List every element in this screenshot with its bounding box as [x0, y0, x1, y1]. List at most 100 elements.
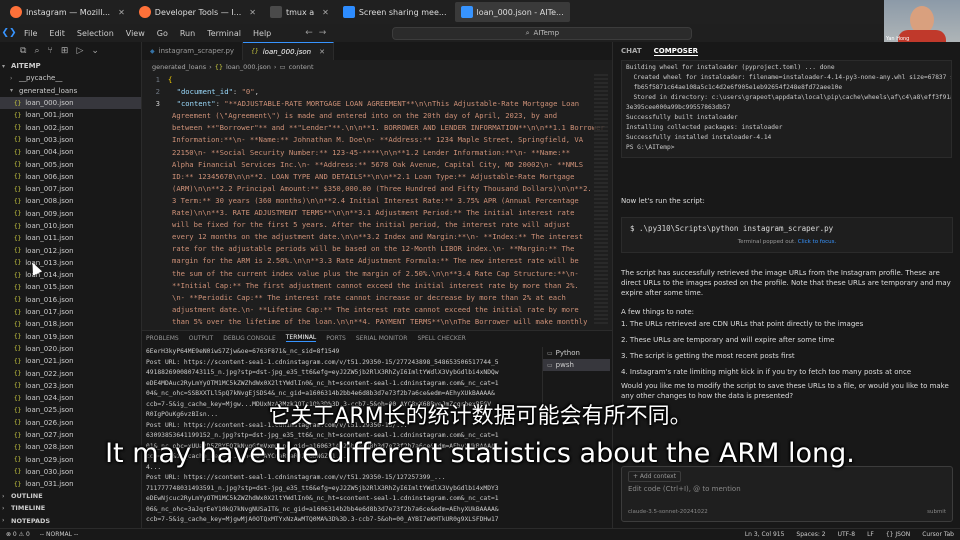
file-item[interactable]: {} loan_015.json [0, 281, 141, 293]
breadcrumb-item[interactable]: loan_000.json [226, 63, 271, 71]
file-item[interactable]: {} loan_017.json [0, 306, 141, 318]
tab-loan-000[interactable]: {} loan_000.json ✕ [243, 42, 334, 60]
section-outline[interactable]: › OUTLINE [0, 490, 142, 502]
tab-chat[interactable]: CHAT [621, 47, 642, 55]
nav-back-forward-icons[interactable]: ←→ [305, 28, 332, 38]
search-icon[interactable]: ⌕ [34, 46, 39, 56]
json-file-icon: {} [14, 247, 22, 255]
file-item[interactable]: {} loan_001.json [0, 109, 141, 121]
explorer-root[interactable]: ▾ AITEMP [0, 60, 141, 72]
file-item[interactable]: {} loan_000.json [0, 96, 141, 110]
breadcrumb-item[interactable]: content [289, 63, 314, 71]
line-number [142, 304, 168, 316]
composer-input[interactable]: + Add context Edit code (Ctrl+I), @ to m… [621, 466, 953, 522]
run-debug-icon[interactable]: ▷ [76, 46, 83, 56]
terminal-output[interactable]: 6EerH3kyP64ME9eN0iwS7Zjw&oe=6763F871&_nc… [142, 347, 540, 527]
menu-go[interactable]: Go [151, 29, 174, 38]
file-item[interactable]: {} loan_022.json [0, 367, 141, 379]
tab-serial-monitor[interactable]: SERIAL MONITOR [356, 335, 408, 342]
menu-help[interactable]: Help [247, 29, 277, 38]
menu-file[interactable]: File [18, 29, 43, 38]
file-item[interactable]: {} loan_003.json [0, 134, 141, 146]
vscode-icon [460, 6, 473, 18]
status-cursor-tab[interactable]: Cursor Tab [922, 531, 954, 538]
terminal-item-pwsh[interactable]: ▭ pwsh [543, 359, 610, 371]
terminal-icon: ▭ [547, 349, 553, 357]
submit-button[interactable]: submit [927, 509, 946, 515]
status-encoding[interactable]: UTF-8 [838, 531, 856, 538]
file-item[interactable]: {} loan_004.json [0, 146, 141, 158]
taskbar-item-tmux[interactable]: tmux a ✕ [264, 2, 335, 22]
menu-terminal[interactable]: Terminal [201, 29, 247, 38]
status-language[interactable]: {} JSON [886, 531, 910, 538]
file-item[interactable]: {} loan_031.json [0, 478, 141, 490]
code-line: ID:** 12345678\n\n**2. LOAN TYPE AND DET… [142, 171, 612, 183]
tab-debug-console[interactable]: DEBUG CONSOLE [223, 335, 276, 342]
tab-terminal[interactable]: TERMINAL [285, 334, 317, 342]
click-to-focus-link[interactable]: Click to focus. [798, 239, 837, 245]
folder-generated-loans[interactable]: ▾ generated_loans [0, 85, 141, 97]
chevron-down-icon[interactable]: ⌄ [91, 46, 99, 56]
section-timeline[interactable]: › TIMELINE [0, 502, 142, 514]
file-item[interactable]: {} loan_021.json [0, 355, 141, 367]
tab-ports[interactable]: PORTS [326, 335, 346, 342]
file-item[interactable]: {} loan_012.json [0, 244, 141, 256]
status-cursor-position[interactable]: Ln 3, Col 915 [745, 531, 785, 538]
file-item[interactable]: {} loan_009.json [0, 208, 141, 220]
terminal-item-python[interactable]: ▭ Python [543, 347, 610, 359]
status-problems[interactable]: ⊗ 0 ⚠ 0 [6, 531, 30, 538]
menu-view[interactable]: View [120, 29, 151, 38]
file-item[interactable]: {} loan_005.json [0, 158, 141, 170]
tab-spell-checker[interactable]: SPELL CHECKER [417, 335, 465, 342]
model-selector[interactable]: claude-3.5-sonnet-20241022 [628, 509, 708, 515]
close-icon[interactable]: ✕ [322, 8, 329, 17]
chevron-down-icon: ▾ [10, 87, 14, 95]
tab-problems[interactable]: PROBLEMS [146, 335, 179, 342]
file-item[interactable]: {} loan_010.json [0, 220, 141, 232]
close-icon[interactable]: ✕ [319, 48, 325, 56]
taskbar-item-firefox-instagram[interactable]: Instagram — Mozill... ✕ [4, 2, 131, 22]
file-item[interactable]: {} loan_008.json [0, 195, 141, 207]
code-line: than 5% over the lifetime of the loan.\n… [142, 316, 612, 328]
code-line: 3 "content": "**ADJUSTABLE-RATE MORTGAGE… [142, 98, 612, 110]
extensions-icon[interactable]: ⊞ [61, 46, 69, 56]
close-icon[interactable]: ✕ [118, 8, 125, 17]
file-item[interactable]: {} loan_011.json [0, 232, 141, 244]
code-text: "document_id": "0", [176, 87, 259, 97]
copy-files-icon[interactable]: ⧉ [20, 46, 26, 56]
file-item[interactable]: {} loan_020.json [0, 343, 141, 355]
command-center-search[interactable]: ⌕ AITemp [392, 26, 693, 40]
file-item[interactable]: {} loan_013.json [0, 257, 141, 269]
minimap[interactable] [594, 74, 608, 324]
source-control-icon[interactable]: ⑂ [47, 46, 52, 56]
add-context-button[interactable]: + Add context [628, 471, 682, 482]
taskbar-item-devtools[interactable]: Developer Tools — I... ✕ [133, 2, 262, 22]
command-block[interactable]: $ .\py310\Scripts\python instagram_scrap… [621, 217, 953, 253]
section-notepads[interactable]: › NOTEPADS [0, 515, 142, 527]
status-eol[interactable]: LF [867, 531, 874, 538]
tab-composer[interactable]: COMPOSER [653, 47, 699, 56]
menu-selection[interactable]: Selection [71, 29, 120, 38]
file-item[interactable]: {} loan_014.json [0, 269, 141, 281]
section-label: OUTLINE [11, 492, 43, 501]
menu-edit[interactable]: Edit [43, 29, 71, 38]
taskbar-item-screen-sharing[interactable]: Screen sharing mee... [337, 2, 453, 22]
file-item[interactable]: {} loan_002.json [0, 121, 141, 133]
code-editor[interactable]: 1{ 2 "document_id": "0", 3 "content": "*… [142, 74, 612, 364]
file-item[interactable]: {} loan_023.json [0, 380, 141, 392]
close-icon[interactable]: ✕ [249, 8, 256, 17]
json-file-icon: {} [14, 136, 22, 144]
folder-pycache[interactable]: › __pycache__ [0, 72, 141, 84]
file-item[interactable]: {} loan_019.json [0, 331, 141, 343]
file-item[interactable]: {} loan_018.json [0, 318, 141, 330]
breadcrumb-item[interactable]: generated_loans [152, 63, 206, 71]
tab-output[interactable]: OUTPUT [189, 335, 213, 342]
json-file-icon: {} [14, 357, 22, 365]
file-item[interactable]: {} loan_006.json [0, 171, 141, 183]
taskbar-item-vscode[interactable]: loan_000.json - AITe... [454, 2, 570, 22]
file-item[interactable]: {} loan_007.json [0, 183, 141, 195]
tab-instagram-scraper[interactable]: ◆ instagram_scraper.py [142, 42, 244, 60]
file-item[interactable]: {} loan_016.json [0, 294, 141, 306]
status-indentation[interactable]: Spaces: 2 [796, 531, 825, 538]
menu-run[interactable]: Run [174, 29, 201, 38]
